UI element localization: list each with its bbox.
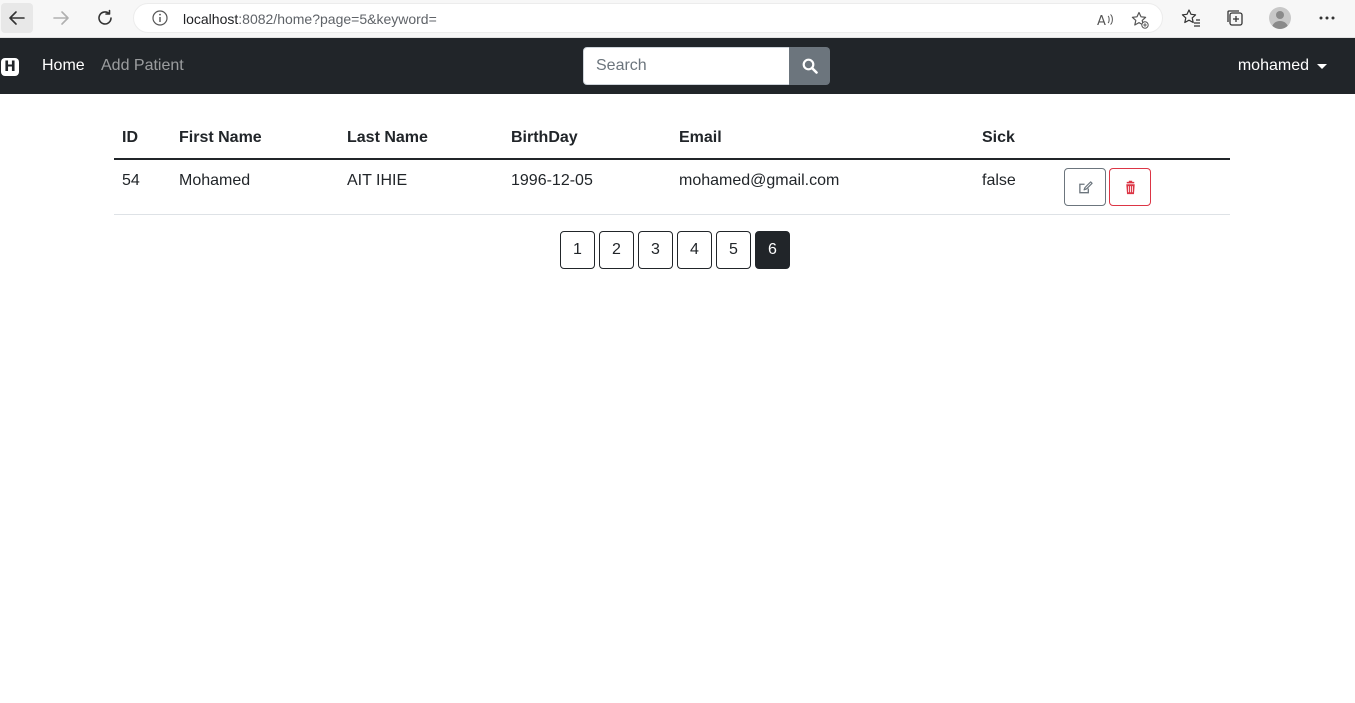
delete-button[interactable]: [1109, 168, 1151, 206]
page-button-4[interactable]: 4: [677, 231, 712, 269]
collections-button[interactable]: [1223, 6, 1247, 30]
favorites-button[interactable]: [1179, 6, 1203, 30]
header-first-name: First Name: [171, 118, 339, 160]
arrow-right-icon: [53, 11, 69, 25]
address-bar[interactable]: localhost:8082/home?page=5&keyword= A: [133, 3, 1163, 33]
reload-icon: [98, 9, 112, 25]
header-birthday: BirthDay: [503, 118, 671, 160]
header-sick: Sick: [974, 118, 1056, 160]
page-button-5[interactable]: 5: [716, 231, 751, 269]
url-text: localhost:8082/home?page=5&keyword=: [183, 11, 437, 27]
profile-button[interactable]: [1268, 6, 1292, 30]
svg-text:A: A: [1097, 14, 1106, 29]
search-input[interactable]: [583, 47, 790, 85]
caret-down-icon: [1317, 63, 1327, 69]
trash-icon: [1126, 180, 1135, 195]
cell-first-name: Mohamed: [171, 159, 339, 215]
patients-table: ID First Name Last Name BirthDay Email S…: [114, 118, 1230, 215]
patients-table-container: ID First Name Last Name BirthDay Email S…: [114, 118, 1230, 215]
browser-toolbar: localhost:8082/home?page=5&keyword= A: [0, 0, 1355, 38]
table-row: 54 Mohamed AIT IHIE 1996-12-05 mohamed@g…: [114, 159, 1230, 215]
settings-menu-button[interactable]: [1315, 6, 1339, 30]
header-last-name: Last Name: [339, 118, 503, 160]
table-header-row: ID First Name Last Name BirthDay Email S…: [114, 118, 1230, 160]
header-email: Email: [671, 118, 974, 160]
brand-logo[interactable]: H: [1, 58, 19, 76]
cell-id: 54: [114, 159, 171, 215]
cell-email: mohamed@gmail.com: [671, 159, 974, 215]
avatar: [1269, 7, 1291, 29]
user-name: mohamed: [1237, 57, 1309, 74]
back-button[interactable]: [1, 3, 33, 33]
info-icon: [152, 10, 168, 26]
collections-icon: [1227, 10, 1243, 26]
nav-home-link[interactable]: Home: [42, 57, 85, 75]
edit-icon: [1079, 181, 1093, 194]
cell-sick: false: [974, 159, 1056, 215]
cell-last-name: AIT IHIE: [339, 159, 503, 215]
search-icon: [802, 58, 818, 74]
cell-birthday: 1996-12-05: [503, 159, 671, 215]
add-favorite-icon[interactable]: [1131, 11, 1149, 29]
read-aloud-icon[interactable]: A: [1096, 11, 1114, 29]
cell-actions: [1056, 159, 1230, 215]
header-id: ID: [114, 118, 171, 160]
edit-button[interactable]: [1064, 168, 1106, 206]
user-dropdown[interactable]: mohamed: [1238, 57, 1327, 75]
header-actions: [1056, 118, 1230, 160]
arrow-left-icon: [9, 11, 25, 25]
pagination: 1 2 3 4 5 6: [560, 231, 790, 269]
page-button-3[interactable]: 3: [638, 231, 673, 269]
forward-button[interactable]: [45, 3, 77, 33]
search-button[interactable]: [789, 47, 830, 85]
page-button-2[interactable]: 2: [599, 231, 634, 269]
more-icon: [1319, 16, 1335, 20]
reload-button[interactable]: [89, 3, 121, 33]
page-button-1[interactable]: 1: [560, 231, 595, 269]
favorites-icon: [1181, 9, 1200, 27]
page-button-6[interactable]: 6: [755, 231, 790, 269]
nav-add-patient-link[interactable]: Add Patient: [101, 57, 184, 75]
navbar: H Home Add Patient mohamed: [0, 38, 1355, 94]
